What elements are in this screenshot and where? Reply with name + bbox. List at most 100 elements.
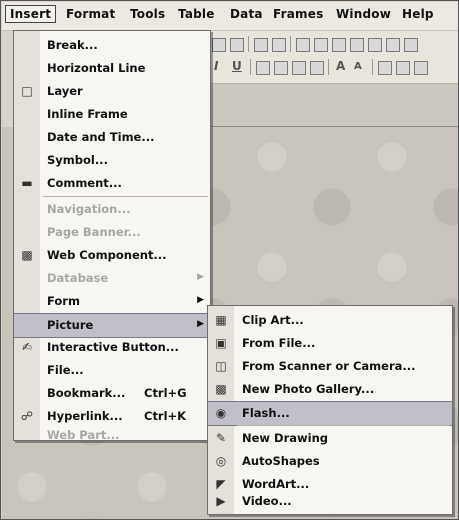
menu-item-form[interactable]: Form ▶ <box>14 290 210 313</box>
submenu-item-from-file[interactable]: ▣ From File... <box>208 332 452 355</box>
drawing-tool-icon[interactable] <box>350 38 364 52</box>
menu-format[interactable]: Format <box>66 7 115 21</box>
undo-icon[interactable] <box>254 38 268 52</box>
menu-bar: Insert Format Tools Table Data Frames Wi… <box>2 2 458 31</box>
hyperlink-icon: ☍ <box>20 409 34 423</box>
drawing-icon: ✎ <box>215 431 227 445</box>
menu-item-interactive-button[interactable]: ✍ Interactive Button... <box>14 336 210 359</box>
insert-table-icon[interactable] <box>296 38 310 52</box>
redo-icon[interactable] <box>272 38 286 52</box>
menu-item-shortcut: Ctrl+K <box>144 409 187 423</box>
menu-item-layer[interactable]: □ Layer <box>14 80 210 103</box>
align-center-icon[interactable] <box>274 61 288 75</box>
menu-table[interactable]: Table <box>178 7 215 21</box>
show-all-icon[interactable] <box>386 38 400 52</box>
flash-icon: ◉ <box>215 406 227 420</box>
menu-item-label: New Photo Gallery... <box>242 382 375 396</box>
menu-item-symbol[interactable]: Symbol... <box>14 149 210 172</box>
submenu-item-clip-art[interactable]: ▦ Clip Art... <box>208 309 452 332</box>
menu-item-label: Flash... <box>242 406 290 420</box>
toolbar-separator <box>250 59 251 75</box>
submenu-item-new-photo-gallery[interactable]: ▩ New Photo Gallery... <box>208 378 452 401</box>
menu-item-picture[interactable]: Picture ▶ <box>14 313 210 338</box>
help-icon[interactable] <box>404 38 418 52</box>
submenu-item-flash[interactable]: ◉ Flash... <box>208 401 452 426</box>
grow-font-button[interactable]: A <box>336 59 345 73</box>
menu-frames[interactable]: Frames <box>273 7 323 21</box>
menu-item-bookmark[interactable]: Bookmark... Ctrl+G <box>14 382 210 405</box>
comment-icon: ▬ <box>21 176 33 190</box>
format-painter-icon[interactable] <box>230 38 244 52</box>
toolbar-row-formatting: I U A A <box>208 56 458 78</box>
insert-picture-icon[interactable] <box>332 38 346 52</box>
video-icon: ▶ <box>216 494 226 508</box>
toolbar-separator <box>248 36 249 52</box>
menu-item-label: Break... <box>47 38 98 52</box>
menu-separator <box>237 425 450 426</box>
menu-item-break[interactable]: Break... <box>14 34 210 57</box>
menu-item-label: Interactive Button... <box>47 340 179 354</box>
insert-menu: Break... Horizontal Line □ Layer Inline … <box>13 30 211 441</box>
menu-item-navigation: Navigation... <box>14 198 210 221</box>
align-left-icon[interactable] <box>256 61 270 75</box>
align-right-icon[interactable] <box>292 61 306 75</box>
paste-icon[interactable] <box>212 38 226 52</box>
clip-art-icon: ▦ <box>215 313 227 327</box>
toolbar-separator <box>290 36 291 52</box>
menu-item-label: WordArt... <box>242 477 310 491</box>
document-tab-strip <box>208 84 458 127</box>
application-window: Insert Format Tools Table Data Frames Wi… <box>0 0 459 520</box>
menu-item-label: Comment... <box>47 176 122 190</box>
menu-item-label: Web Component... <box>47 248 167 262</box>
numbered-list-icon[interactable] <box>378 61 392 75</box>
submenu-item-new-drawing[interactable]: ✎ New Drawing <box>208 427 452 450</box>
menu-item-label: From Scanner or Camera... <box>242 359 416 373</box>
bulleted-list-icon[interactable] <box>396 61 410 75</box>
toolbar: I U A A <box>208 31 458 84</box>
insert-layer-icon[interactable] <box>314 38 328 52</box>
menu-item-web-component[interactable]: ▩ Web Component... <box>14 244 210 267</box>
menu-item-comment[interactable]: ▬ Comment... <box>14 172 210 195</box>
menu-item-horizontal-line[interactable]: Horizontal Line <box>14 57 210 80</box>
menu-item-label: Layer <box>47 84 83 98</box>
menu-item-hyperlink[interactable]: ☍ Hyperlink... Ctrl+K <box>14 405 210 428</box>
menu-item-label: AutoShapes <box>242 454 320 468</box>
submenu-item-from-scanner[interactable]: ◫ From Scanner or Camera... <box>208 355 452 378</box>
submenu-item-video[interactable]: ▶ Video... <box>208 490 452 513</box>
menu-item-date-and-time[interactable]: Date and Time... <box>14 126 210 149</box>
menu-item-label: Picture <box>47 318 94 332</box>
menu-item-page-banner: Page Banner... <box>14 221 210 244</box>
menu-item-label: File... <box>47 363 84 377</box>
scanner-icon: ◫ <box>215 359 227 373</box>
menu-tools[interactable]: Tools <box>130 7 165 21</box>
menu-item-label: Bookmark... <box>47 386 126 400</box>
menu-item-label: Navigation... <box>47 202 131 216</box>
toolbar-separator <box>372 59 373 75</box>
underline-button[interactable]: U <box>232 59 242 73</box>
toolbar-separator <box>328 59 329 75</box>
menu-help[interactable]: Help <box>402 7 434 21</box>
menu-item-label: New Drawing <box>242 431 329 445</box>
submenu-arrow-icon: ▶ <box>197 295 204 305</box>
submenu-arrow-icon: ▶ <box>197 319 204 329</box>
menu-window[interactable]: Window <box>336 7 391 21</box>
menu-data[interactable]: Data <box>230 7 263 21</box>
justify-icon[interactable] <box>310 61 324 75</box>
photo-gallery-icon: ▩ <box>215 382 227 396</box>
preview-icon[interactable] <box>368 38 382 52</box>
menu-item-label: From File... <box>242 336 316 350</box>
picture-submenu: ▦ Clip Art... ▣ From File... ◫ From Scan… <box>207 305 453 515</box>
shrink-font-button[interactable]: A <box>354 61 362 72</box>
autoshapes-icon: ◎ <box>215 454 227 468</box>
layer-icon: □ <box>21 84 33 98</box>
interactive-button-icon: ✍ <box>21 340 33 354</box>
menu-item-label: Clip Art... <box>242 313 304 327</box>
italic-button[interactable]: I <box>214 59 218 73</box>
submenu-item-autoshapes[interactable]: ◎ AutoShapes <box>208 450 452 473</box>
menu-item-database: Database ▶ <box>14 267 210 290</box>
menu-insert[interactable]: Insert <box>5 5 57 23</box>
menu-item-label: Database <box>47 271 109 285</box>
menu-item-file[interactable]: File... <box>14 359 210 382</box>
decrease-indent-icon[interactable] <box>414 61 428 75</box>
menu-item-inline-frame[interactable]: Inline Frame <box>14 103 210 126</box>
